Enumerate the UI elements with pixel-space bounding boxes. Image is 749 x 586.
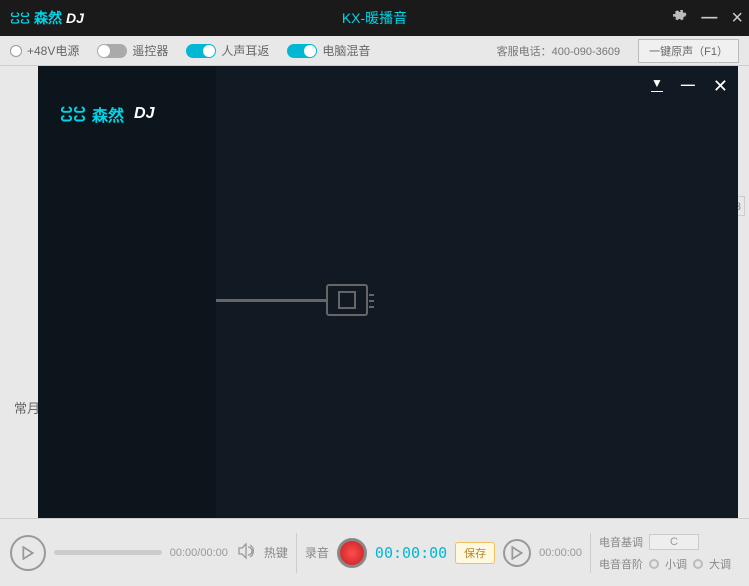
tone-controls: 电音基调 C 电音音阶 小调 大调	[599, 534, 739, 572]
tone-select[interactable]: C	[649, 534, 699, 550]
mix-toggle[interactable]: 电脑混音	[287, 42, 370, 59]
power-toggle[interactable]: +48V电源	[10, 42, 79, 59]
progress-bar[interactable]	[54, 550, 162, 555]
record-button[interactable]	[337, 538, 367, 568]
overlay-logo: 森然 DJ	[38, 66, 216, 126]
logo-dj: DJ	[66, 10, 84, 26]
reset-button[interactable]: 一键原声（F1）	[638, 39, 739, 63]
toggle-icon	[287, 44, 317, 58]
record-play-button[interactable]	[503, 539, 531, 567]
hotkey-label[interactable]: 热键	[264, 544, 288, 561]
titlebar: 森然 DJ KX-暖播音 — ×	[0, 0, 749, 36]
app-logo: 森然 DJ	[10, 8, 84, 28]
logo-icon	[60, 105, 86, 123]
overlay-logo-dj: DJ	[134, 105, 154, 123]
toggle-icon	[97, 44, 127, 58]
bottom-bar: 00:00/00:00 热键 录音 00:00:00 保存 00:00:00 电…	[0, 518, 749, 586]
usb-icon	[216, 284, 368, 316]
vocal-toggle[interactable]: 人声耳返	[186, 42, 269, 59]
radio-icon	[10, 45, 22, 57]
divider	[590, 533, 591, 573]
toggle-icon	[186, 44, 216, 58]
gear-icon[interactable]	[671, 8, 687, 29]
overlay-close[interactable]: ✕	[713, 76, 728, 97]
overlay-logo-text: 森然	[92, 102, 124, 126]
window-title: KX-暖播音	[342, 8, 407, 28]
close-button[interactable]: ×	[731, 7, 743, 30]
record-play-time: 00:00:00	[539, 547, 582, 559]
play-button[interactable]	[10, 535, 46, 571]
minimize-button[interactable]: —	[701, 9, 717, 27]
overlay-controls: ▼ — ✕	[651, 76, 728, 97]
overlay-panel: 森然 DJ ▼ — ✕	[38, 66, 738, 518]
save-button[interactable]: 保存	[455, 542, 495, 564]
remote-toggle[interactable]: 遥控器	[97, 42, 168, 59]
minor-label: 小调	[665, 556, 687, 572]
overlay-content: ▼ — ✕	[216, 66, 738, 518]
mix-label: 电脑混音	[322, 42, 370, 59]
minor-radio[interactable]	[649, 559, 659, 569]
logo-icon	[10, 11, 30, 25]
service-phone: 客服电话：400-090-3609	[497, 43, 621, 59]
remote-label: 遥控器	[132, 42, 168, 59]
window-controls: — ×	[671, 7, 743, 30]
record-label: 录音	[305, 544, 329, 561]
power-label: +48V电源	[27, 42, 79, 59]
side-label: 常月	[14, 398, 40, 417]
vocal-label: 人声耳返	[221, 42, 269, 59]
record-time: 00:00:00	[375, 544, 447, 562]
toolbar: +48V电源 遥控器 人声耳返 电脑混音 客服电话：400-090-3609 一…	[0, 36, 749, 66]
overlay-sidebar: 森然 DJ	[38, 66, 216, 518]
dropdown-icon[interactable]: ▼	[651, 76, 663, 97]
speaker-icon[interactable]	[236, 541, 256, 564]
logo-text: 森然	[34, 8, 62, 28]
major-label: 大调	[709, 556, 731, 572]
playback-time: 00:00/00:00	[170, 547, 228, 559]
main-area: 常月 〈3 森然 DJ ▼ — ✕	[0, 66, 749, 518]
scale-label: 电音音阶	[599, 556, 643, 572]
divider	[296, 533, 297, 573]
tone-base-label: 电音基调	[599, 534, 643, 550]
major-radio[interactable]	[693, 559, 703, 569]
overlay-minimize[interactable]: —	[681, 76, 695, 97]
